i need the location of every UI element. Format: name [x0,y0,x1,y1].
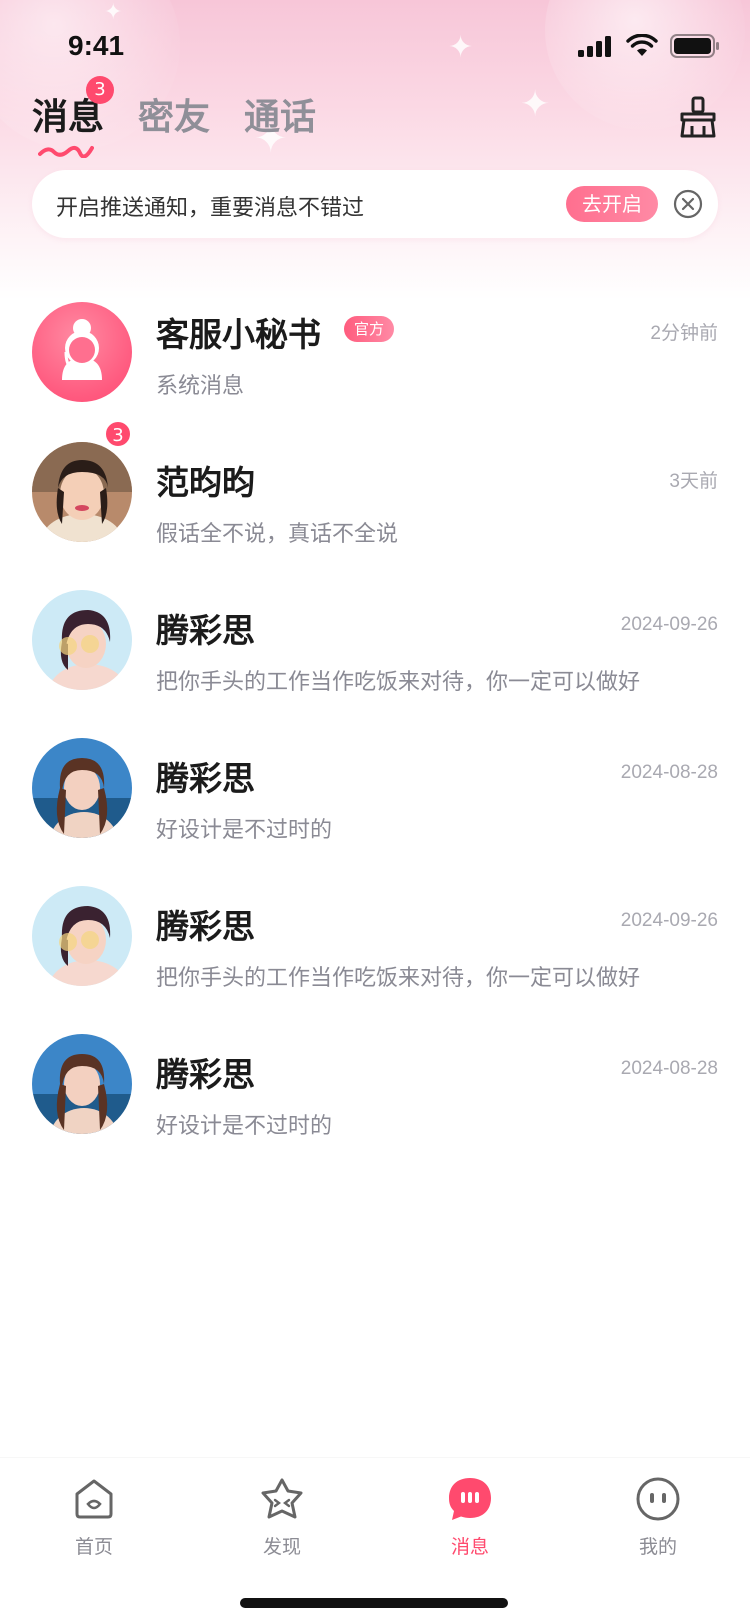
enable-notification-button[interactable]: 去开启 [566,186,658,222]
tab-messages-label: 消息 [32,97,105,138]
message-preview: 把你手头的工作当作吃饭来对待，你一定可以做好 [156,670,641,695]
user-avatar [32,886,132,986]
top-tabs: 消息 3 密友 通话 [32,76,316,158]
customer-service-icon [62,319,102,380]
nav-messages-label: 消息 [450,1536,489,1558]
tab-calls[interactable]: 通话 [244,88,316,140]
contact-name: 客服小秘书 [156,315,321,354]
message-preview: 系统消息 [156,374,245,399]
contact-name: 范昀昀 [156,463,255,502]
tab-messages-badge: 3 [86,76,114,104]
user-photo-icon [32,1034,132,1134]
user-photo-icon [32,738,132,838]
message-time: 3天前 [669,471,718,492]
tab-calls-label: 通话 [244,97,317,138]
battery-icon [670,34,719,58]
home-icon [75,1479,113,1519]
contact-name: 腾彩思 [156,907,255,946]
message-time: 2分钟前 [650,323,718,344]
unread-badge: 3 [104,420,132,448]
message-item[interactable]: 腾彩思 2024-09-26 把你手头的工作当作吃饭来对待，你一定可以做好 [0,872,750,1020]
home-indicator [240,1598,508,1608]
message-icon [449,1478,491,1520]
status-time: 9:41 [68,30,125,61]
user-photo-icon [32,442,132,542]
close-banner-icon[interactable] [671,187,705,221]
message-time: 2024-08-28 [620,762,718,783]
tab-close-friends[interactable]: 密友 [138,88,210,140]
nav-discover-label: 发现 [262,1536,301,1558]
nav-messages[interactable]: 消息 [410,1476,530,1566]
push-notification-text: 开启推送通知，重要消息不错过 [56,196,365,221]
message-item[interactable]: 腾彩思 2024-08-28 好设计是不过时的 [0,1020,750,1168]
message-item[interactable]: 腾彩思 2024-09-26 把你手头的工作当作吃饭来对待，你一定可以做好 [0,576,750,724]
clear-broom-icon[interactable] [676,96,720,140]
nav-profile[interactable]: 我的 [598,1476,718,1566]
tab-active-indicator-icon [38,146,94,158]
message-item[interactable]: 腾彩思 2024-08-28 好设计是不过时的 [0,724,750,872]
user-avatar [32,590,132,690]
message-time: 2024-09-26 [620,910,718,931]
user-avatar [32,738,132,838]
push-notification-banner: 开启推送通知，重要消息不错过 去开启 [32,170,718,238]
cellular-signal-icon [578,36,611,57]
message-time: 2024-09-26 [620,614,718,635]
profile-icon [636,1477,680,1521]
service-avatar [32,302,132,402]
official-badge: 官方 [344,316,395,342]
wifi-icon [626,34,658,56]
nav-home-label: 首页 [74,1536,113,1558]
nav-home[interactable]: 首页 [34,1476,154,1566]
message-preview: 把你手头的工作当作吃饭来对待，你一定可以做好 [156,966,641,991]
user-photo-icon [32,886,132,986]
contact-name: 腾彩思 [156,759,255,798]
message-list: 客服小秘书 官方 2分钟前 系统消息 3 范昀昀 3天前 假话全不说，真话不全说 [0,280,750,1168]
message-time: 2024-08-28 [620,1058,718,1079]
message-preview: 好设计是不过时的 [156,818,333,843]
message-item[interactable]: 3 范昀昀 3天前 假话全不说，真话不全说 [0,420,750,576]
contact-name: 腾彩思 [156,1055,255,1094]
tab-close-friends-label: 密友 [138,97,211,138]
tab-messages[interactable]: 消息 3 [32,76,114,158]
user-avatar [32,442,132,542]
status-icons [578,34,720,58]
nav-discover[interactable]: 发现 [222,1476,342,1566]
user-photo-icon [32,590,132,690]
message-preview: 假话全不说，真话不全说 [156,522,399,547]
nav-profile-label: 我的 [638,1536,677,1558]
message-preview: 好设计是不过时的 [156,1114,333,1139]
contact-name: 腾彩思 [156,611,255,650]
user-avatar [32,1034,132,1134]
discover-icon [261,1478,303,1519]
message-item-service[interactable]: 客服小秘书 官方 2分钟前 系统消息 [0,280,750,428]
status-bar: 9:41 [0,0,750,96]
